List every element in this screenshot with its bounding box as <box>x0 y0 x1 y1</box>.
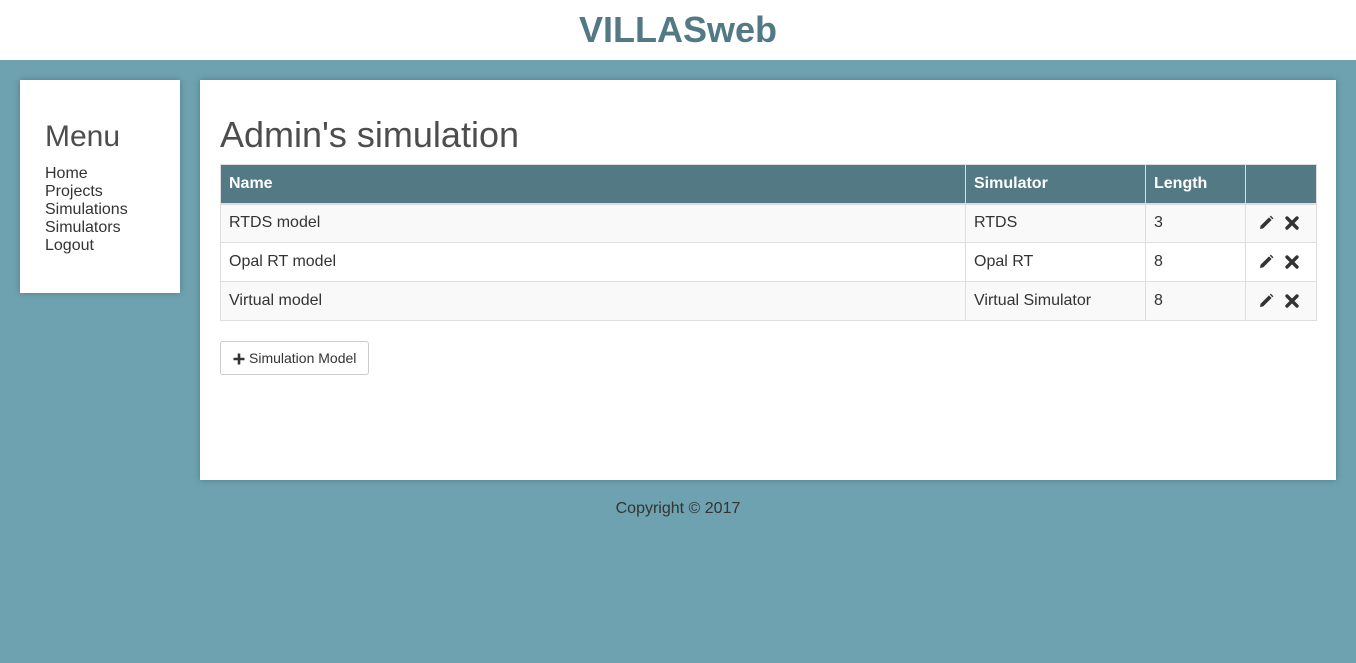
cell-actions <box>1245 203 1317 243</box>
delete-icon[interactable] <box>1284 293 1300 309</box>
cell-length: 3 <box>1145 203 1246 243</box>
cell-simulator: Virtual Simulator <box>965 281 1146 321</box>
cell-name: RTDS model <box>220 203 966 243</box>
plus-icon <box>233 352 245 365</box>
edit-icon[interactable] <box>1258 254 1274 270</box>
add-simulation-model-label: Simulation Model <box>249 350 357 366</box>
app-body: Menu Home Projects Simulations Simulator… <box>0 60 1356 663</box>
simulation-models-table: Name Simulator Length RTDS model RTDS 3 <box>220 164 1317 321</box>
page-title: Admin's simulation <box>220 114 519 155</box>
column-header-simulator: Simulator <box>965 164 1146 205</box>
menu-item-simulators: Simulators <box>45 219 180 237</box>
table-row: RTDS model RTDS 3 <box>220 203 1317 243</box>
menu-link-simulations[interactable]: Simulations <box>45 201 128 218</box>
menu-link-simulators[interactable]: Simulators <box>45 219 121 236</box>
column-header-actions <box>1245 164 1317 205</box>
edit-icon[interactable] <box>1258 293 1274 309</box>
menu-link-projects[interactable]: Projects <box>45 183 103 200</box>
table-header-row: Name Simulator Length <box>220 164 1317 205</box>
edit-icon[interactable] <box>1258 215 1274 231</box>
menu-item-simulations: Simulations <box>45 201 180 219</box>
delete-icon[interactable] <box>1284 215 1300 231</box>
table-row: Virtual model Virtual Simulator 8 <box>220 281 1317 321</box>
menu-link-logout[interactable]: Logout <box>45 237 94 254</box>
cell-name: Opal RT model <box>220 242 966 282</box>
column-header-name: Name <box>220 164 966 205</box>
column-header-length: Length <box>1145 164 1246 205</box>
menu-list: Home Projects Simulations Simulators Log… <box>45 165 180 255</box>
menu-item-home: Home <box>45 165 180 183</box>
app-title: VILLASweb <box>578 9 778 50</box>
table-row: Opal RT model Opal RT 8 <box>220 242 1317 282</box>
cell-name: Virtual model <box>220 281 966 321</box>
cell-length: 8 <box>1145 242 1246 282</box>
content-panel: Admin's simulation Name Simulator Length… <box>200 80 1336 480</box>
app-header: VILLASweb <box>0 0 1356 60</box>
footer-copyright: Copyright © 2017 <box>615 500 741 517</box>
menu-item-logout: Logout <box>45 237 180 255</box>
cell-actions <box>1245 281 1317 321</box>
menu-link-home[interactable]: Home <box>45 165 88 182</box>
cell-simulator: Opal RT <box>965 242 1146 282</box>
menu-title: Menu <box>45 120 121 153</box>
delete-icon[interactable] <box>1284 254 1300 270</box>
sidebar-menu: Menu Home Projects Simulations Simulator… <box>20 80 180 293</box>
cell-simulator: RTDS <box>965 203 1146 243</box>
cell-actions <box>1245 242 1317 282</box>
cell-length: 8 <box>1145 281 1246 321</box>
add-simulation-model-button[interactable]: Simulation Model <box>220 341 370 375</box>
menu-item-projects: Projects <box>45 183 180 201</box>
